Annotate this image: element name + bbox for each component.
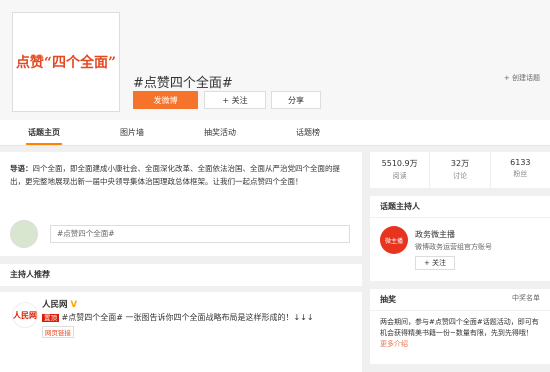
tab-home[interactable]: 话题主页 xyxy=(0,120,88,145)
verified-icon: V xyxy=(70,300,78,310)
side-column: 5510.9万 阅读 32万讨论 6133 粉丝 话题主持人 微主播 政务微主播 微… xyxy=(370,152,550,364)
feed-item: 人民网 人民网 V 置顶 #点赞四个全面# 一张图告诉你四个全面战略布局是这样形… xyxy=(0,292,362,372)
share-button[interactable]: 分享 xyxy=(271,91,321,109)
host-follow-button[interactable]: + 关注 xyxy=(415,256,455,270)
feed-avatar[interactable]: 人民网 xyxy=(12,302,38,328)
winner-list-link[interactable]: 中奖名单 xyxy=(512,293,540,303)
topic-logo-text: 点赞“四个全面” xyxy=(15,55,117,71)
feed-author[interactable]: 人民网 V xyxy=(42,298,77,310)
main-column: 导语：四个全面，即全面建成小康社会、全面深化改革、全面依法治国、全面从严治党四个… xyxy=(0,152,362,372)
feed-author-name[interactable]: 人民网 xyxy=(42,300,68,310)
intro-panel: 导语：四个全面，即全面建成小康社会、全面深化改革、全面依法治国、全面从严治党四个… xyxy=(0,152,362,256)
stat-read-label: 阅读 xyxy=(392,172,407,180)
pinned-badge: 置顶 xyxy=(42,314,59,322)
intro-text: 四个全面，即全面建成小康社会、全面深化改革、全面依法治国、全面从严治党四个全面的… xyxy=(10,164,340,186)
feed-text: 置顶 #点赞四个全面# 一张图告诉你四个全面战略布局是这样形成的！↓↓↓ xyxy=(42,312,342,324)
intro-label: 导语： xyxy=(10,164,33,173)
post-button[interactable]: 发微博 xyxy=(133,91,198,109)
stat-read-value: 5510.9万 xyxy=(381,159,418,168)
topic-title: #点赞四个全面# xyxy=(133,76,233,91)
post-input[interactable]: #点赞四个全面# xyxy=(50,225,350,243)
create-topic-link[interactable]: + 创建话题 xyxy=(504,73,540,83)
stat-fans-label: 粉丝 xyxy=(513,170,528,178)
stat-discuss-label: 讨论 xyxy=(452,172,467,180)
stat-discuss-value: 32万 xyxy=(450,159,470,168)
topic-logo: 点赞“四个全面” xyxy=(12,12,120,112)
host-name[interactable]: 政务微主播 xyxy=(415,229,455,240)
web-link[interactable]: 网页链接 xyxy=(42,326,74,338)
stat-discuss: 32万讨论 xyxy=(430,152,491,188)
host-desc: 微博政务运营组官方账号 xyxy=(415,243,492,251)
prize-card: 抽奖 中奖名单 两会期间，参与#点赞四个全面#话题活动，即可有机会获得精美书籍一… xyxy=(370,289,550,364)
prize-text: 两会期间，参与#点赞四个全面#话题活动，即可有机会获得精美书籍一份~数量有限，先… xyxy=(370,311,550,356)
topic-tabs: 话题主页 图片墙 抽奖活动 话题榜 xyxy=(0,120,550,146)
host-card-title: 话题主持人 xyxy=(370,196,550,218)
feed-body: #点赞四个全面# 一张图告诉你四个全面战略布局是这样形成的！↓↓↓ xyxy=(61,313,314,322)
topic-stats: 5510.9万 阅读 32万讨论 6133 粉丝 xyxy=(370,152,550,188)
follow-button[interactable]: + 关注 xyxy=(204,91,266,109)
host-recommend-header: 主持人推荐 xyxy=(0,264,362,286)
more-link[interactable]: 更多介绍 xyxy=(380,340,408,348)
prize-desc: 两会期间，参与#点赞四个全面#话题活动，即可有机会获得精美书籍一份~数量有限，先… xyxy=(380,318,539,337)
stat-fans: 6133 粉丝 xyxy=(491,152,550,188)
user-avatar xyxy=(10,220,38,248)
topic-banner: 点赞“四个全面” #点赞四个全面# 发微博 + 关注 分享 + 创建话题 xyxy=(0,0,550,120)
post-row: #点赞四个全面# xyxy=(10,220,350,248)
stat-fans-value: 6133 xyxy=(510,158,531,167)
stat-read: 5510.9万 阅读 xyxy=(370,152,431,188)
host-card: 话题主持人 微主播 政务微主播 微博政务运营组官方账号 + 关注 xyxy=(370,196,550,281)
tab-lottery[interactable]: 抽奖活动 xyxy=(176,120,264,145)
host-avatar[interactable]: 微主播 xyxy=(380,226,408,254)
tab-photos[interactable]: 图片墙 xyxy=(88,120,176,145)
tab-ranking[interactable]: 话题榜 xyxy=(264,120,352,145)
